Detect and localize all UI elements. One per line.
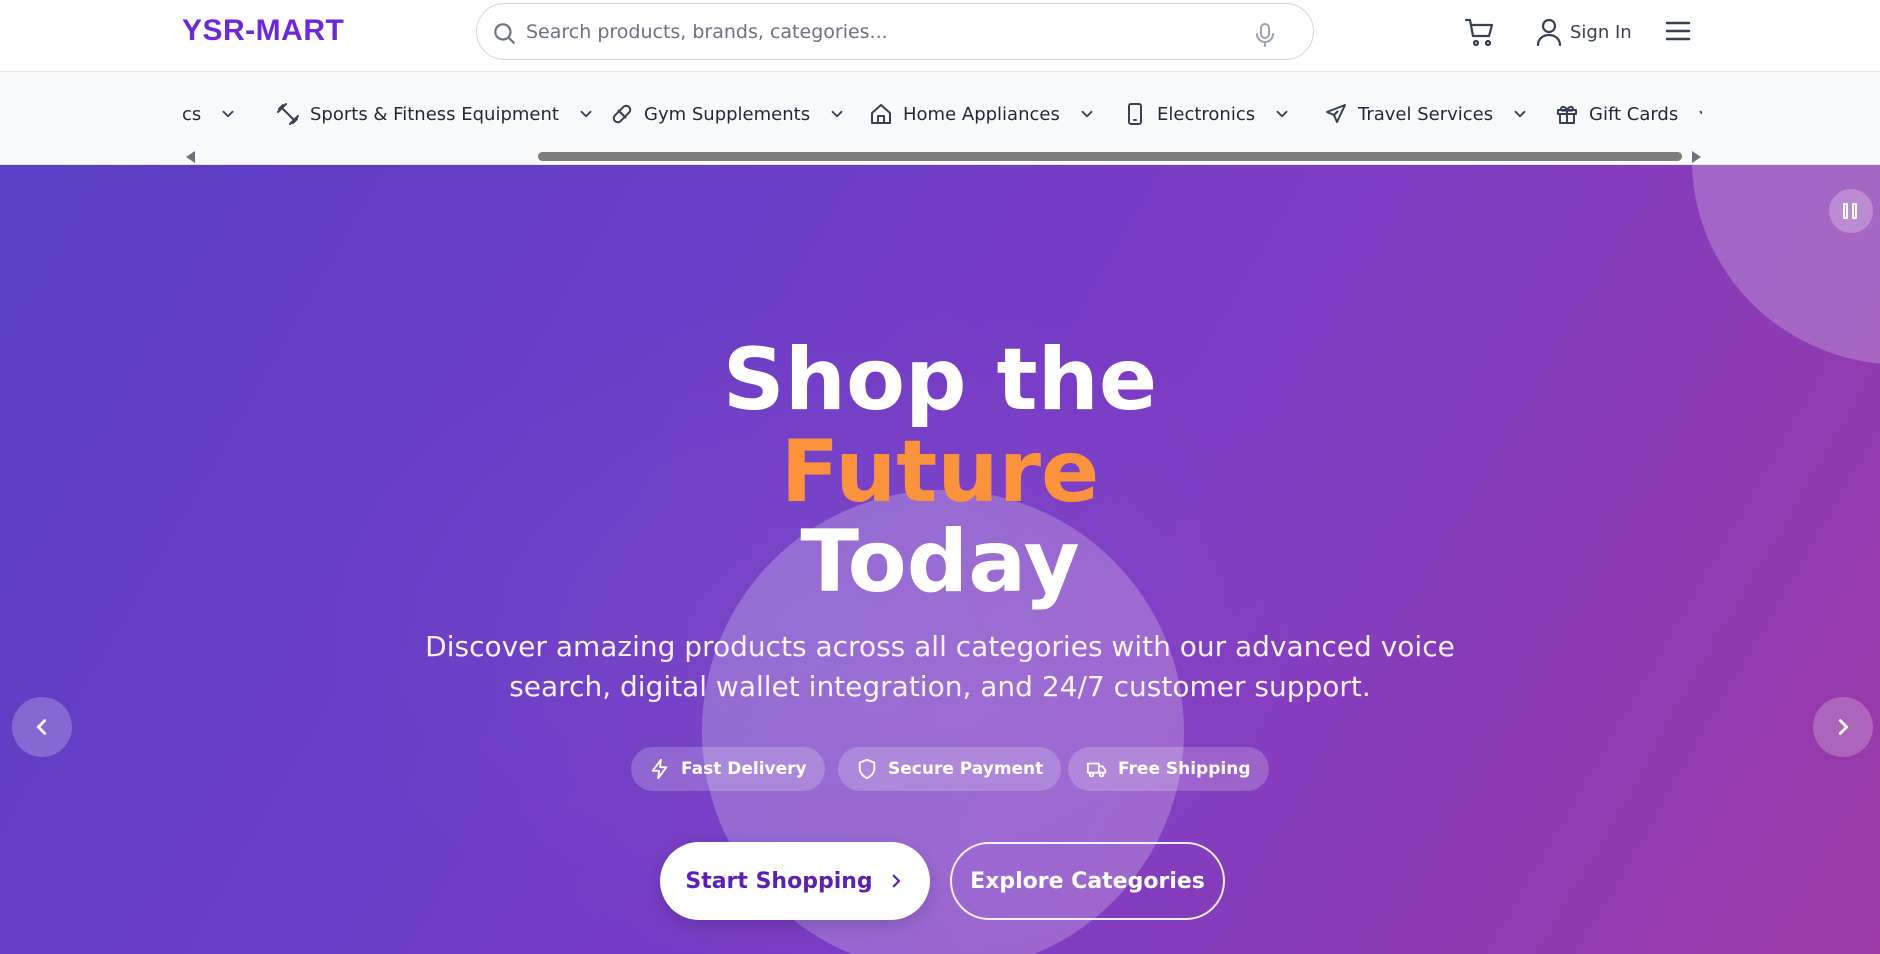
carousel-prev-button[interactable] xyxy=(12,697,72,757)
category-item-gift-cards[interactable]: Gift Cards xyxy=(1555,96,1702,132)
category-label: Home Appliances xyxy=(903,103,1060,125)
hero-title-highlight: Future xyxy=(780,422,1100,522)
category-label: Gym Supplements xyxy=(644,103,811,125)
sign-in-label: Sign In xyxy=(1570,21,1632,43)
chevron-down-icon xyxy=(1081,110,1093,118)
chevron-down-icon xyxy=(1276,110,1288,118)
pill-icon xyxy=(612,104,632,124)
category-item-supplements[interactable]: Gym Supplements xyxy=(610,96,846,132)
category-nav: cs Sports & Fitness Equipment Gym Supple… xyxy=(0,72,1880,165)
hero-title-line1: Shop the xyxy=(722,330,1158,430)
truck-icon xyxy=(1086,762,1107,778)
start-shopping-button[interactable]: Start Shopping xyxy=(660,842,930,920)
chevron-right-icon xyxy=(892,874,900,888)
pause-icon xyxy=(1843,203,1848,219)
category-scrollbar[interactable] xyxy=(186,150,1701,163)
category-item-sports[interactable]: Sports & Fitness Equipment xyxy=(276,96,595,132)
feature-badge-secure-payment: Secure Payment xyxy=(838,747,1062,791)
category-item-electronics[interactable]: Electronics xyxy=(1123,96,1291,132)
category-label: cs xyxy=(182,103,202,125)
category-label: Electronics xyxy=(1157,103,1256,125)
plane-icon xyxy=(1326,104,1346,123)
category-item-partial[interactable]: cs xyxy=(182,96,237,132)
category-label: Travel Services xyxy=(1358,103,1494,125)
chevron-down-icon xyxy=(580,110,592,118)
cart-icon[interactable] xyxy=(1464,16,1496,48)
chevron-down-icon xyxy=(1514,110,1526,118)
menu-icon[interactable] xyxy=(1664,18,1692,44)
feature-badge-fast-delivery: Fast Delivery xyxy=(631,747,825,791)
search-bar[interactable] xyxy=(476,3,1314,60)
explore-categories-button[interactable]: Explore Categories xyxy=(950,842,1225,920)
feature-label: Free Shipping xyxy=(1118,759,1251,779)
site-logo[interactable]: YSR-MART xyxy=(182,14,344,48)
category-item-home-appliances[interactable]: Home Appliances xyxy=(869,96,1096,132)
chevron-down-icon xyxy=(222,110,234,118)
pause-icon xyxy=(1852,203,1857,219)
shield-icon xyxy=(858,758,876,780)
smartphone-icon xyxy=(1128,103,1142,125)
category-label: Gift Cards xyxy=(1589,103,1679,125)
hero-subtitle: Discover amazing products across all cat… xyxy=(425,630,1455,703)
search-input[interactable] xyxy=(526,14,1226,50)
carousel-next-button[interactable] xyxy=(1813,697,1873,757)
chevron-left-icon xyxy=(36,719,47,735)
start-shopping-label: Start Shopping xyxy=(685,868,873,894)
sign-in-button[interactable]: Sign In xyxy=(1536,15,1632,49)
dumbbell-icon xyxy=(277,103,299,125)
search-icon xyxy=(494,23,515,44)
user-icon xyxy=(1536,18,1562,46)
chevron-down-icon xyxy=(831,110,843,118)
hero-banner: Shop the Future Today Discover amazing p… xyxy=(0,165,1880,954)
home-icon xyxy=(871,104,891,124)
category-list: cs Sports & Fitness Equipment Gym Supple… xyxy=(182,96,1702,132)
feature-badge-free-shipping: Free Shipping xyxy=(1068,747,1269,791)
chevron-down-icon xyxy=(1699,110,1702,115)
feature-label: Fast Delivery xyxy=(681,759,807,779)
chevron-right-icon xyxy=(1838,719,1849,735)
scroll-left-arrow[interactable] xyxy=(186,151,195,163)
category-item-travel[interactable]: Travel Services xyxy=(1324,96,1529,132)
feature-label: Secure Payment xyxy=(888,759,1044,779)
category-label: Sports & Fitness Equipment xyxy=(310,103,559,125)
top-header: YSR-MART Sign In xyxy=(0,0,1880,72)
scrollbar-thumb[interactable] xyxy=(538,152,1682,161)
pause-button[interactable] xyxy=(1829,189,1873,233)
lightning-icon xyxy=(651,758,668,780)
gift-icon xyxy=(1557,105,1577,124)
hero-title-line3: Today xyxy=(800,512,1080,612)
scroll-right-arrow[interactable] xyxy=(1692,151,1701,163)
microphone-icon[interactable] xyxy=(1253,22,1277,48)
